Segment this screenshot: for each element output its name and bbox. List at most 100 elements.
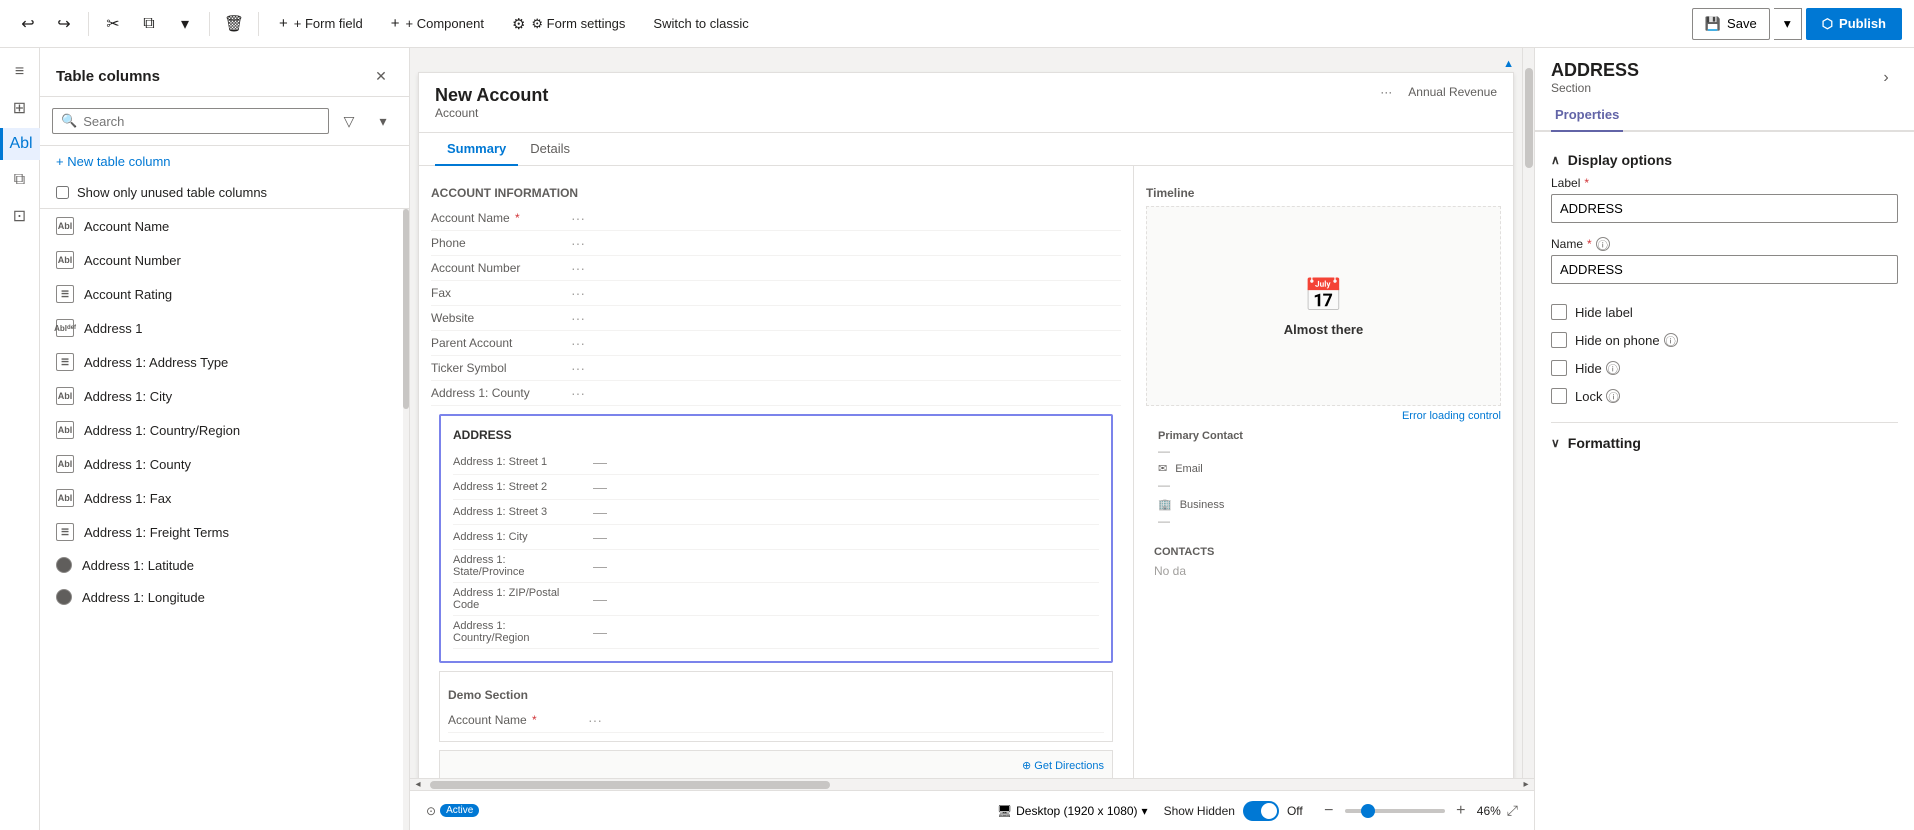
list-item[interactable]: Abl Account Name bbox=[40, 209, 409, 243]
list-item[interactable]: Abl Address 1: County bbox=[40, 447, 409, 481]
component-button[interactable]: + + Component bbox=[379, 8, 496, 40]
scrollbar-thumb[interactable] bbox=[403, 209, 409, 409]
close-panel-button[interactable]: ✕ bbox=[369, 64, 393, 88]
address-section: ADDRESS Address 1: Street 1 — Address 1:… bbox=[439, 414, 1113, 663]
list-item[interactable]: Abl Address 1: City bbox=[40, 379, 409, 413]
layers-button[interactable]: ⧉ bbox=[4, 164, 36, 196]
field-label: Address 1: ZIP/PostalCode bbox=[453, 587, 593, 611]
column-name: Address 1: Longitude bbox=[82, 590, 205, 605]
zoom-plus-button[interactable]: + bbox=[1451, 801, 1471, 821]
list-item[interactable]: Abldef Address 1 bbox=[40, 311, 409, 345]
column-name: Address 1: Address Type bbox=[84, 355, 228, 370]
h-scroll-thumb[interactable] bbox=[430, 781, 830, 789]
timeline-area: 📅 Almost there bbox=[1146, 206, 1501, 406]
redo-button[interactable]: ↪ bbox=[48, 8, 80, 40]
lock-checkbox[interactable] bbox=[1551, 388, 1567, 404]
field-value: ··· bbox=[571, 385, 585, 401]
show-hidden-toggle[interactable] bbox=[1243, 801, 1279, 821]
save-icon: 💾 bbox=[1705, 16, 1721, 32]
column-name: Address 1: City bbox=[84, 389, 172, 404]
more-actions-icon[interactable]: ··· bbox=[1380, 85, 1392, 99]
main-layout: ≡ ⊞ Abl ⧉ ⊡ Table columns ✕ 🔍 ▽ ▾ + New … bbox=[0, 48, 1914, 830]
hide-checkbox[interactable] bbox=[1551, 360, 1567, 376]
list-item[interactable]: Address 1: Longitude bbox=[40, 581, 409, 613]
new-column-row[interactable]: + New table column bbox=[40, 146, 409, 177]
field-row: Ticker Symbol ··· bbox=[431, 356, 1121, 381]
account-info-section-title: ACCOUNT INFORMATION bbox=[431, 178, 1121, 206]
demo-section-title: Demo Section bbox=[448, 680, 1104, 708]
unused-checkbox-row: Show only unused table columns bbox=[40, 177, 409, 209]
hide-phone-info-icon[interactable]: ⓘ bbox=[1664, 333, 1678, 347]
zoom-minus-button[interactable]: − bbox=[1319, 801, 1339, 821]
list-item[interactable]: Abl Address 1: Fax bbox=[40, 481, 409, 515]
close-right-panel-button[interactable]: › bbox=[1874, 66, 1898, 90]
hide-label-checkbox[interactable] bbox=[1551, 304, 1567, 320]
save-dropdown-button[interactable]: ▾ bbox=[1774, 8, 1802, 40]
field-row: Account Name * ··· bbox=[431, 206, 1121, 231]
fields-button[interactable]: Abl bbox=[0, 128, 40, 160]
canvas-inner[interactable]: ▲ New Account Account ··· Annual Revenue bbox=[410, 48, 1522, 778]
label-field-label: Label * bbox=[1551, 176, 1898, 190]
get-directions-link[interactable]: ⊕ Get Directions bbox=[1022, 759, 1104, 772]
list-item[interactable]: ☰ Address 1: Freight Terms bbox=[40, 515, 409, 549]
v-scroll-thumb[interactable] bbox=[1525, 68, 1533, 168]
fit-to-screen-icon[interactable]: ⤢ bbox=[1507, 802, 1518, 819]
field-label: Address 1: County bbox=[431, 386, 571, 400]
email-icon: ✉ bbox=[1158, 462, 1167, 475]
form-field-button[interactable]: + + Form field bbox=[267, 8, 375, 40]
list-item[interactable]: Abl Account Number bbox=[40, 243, 409, 277]
map-section: ⊕ Get Directions Map is disabled for thi… bbox=[439, 750, 1113, 778]
menu-button[interactable]: ≡ bbox=[4, 56, 36, 88]
search-input[interactable] bbox=[83, 114, 320, 129]
error-link[interactable]: Error loading control bbox=[1402, 410, 1501, 422]
list-item[interactable]: Address 1: Latitude bbox=[40, 549, 409, 581]
bottom-bar: ⊙ Active 🖥 Desktop (1920 x 1080) ▾ Show … bbox=[410, 790, 1534, 830]
switch-classic-button[interactable]: Switch to classic bbox=[641, 8, 760, 40]
active-badge-button[interactable]: ⊙ Active bbox=[426, 804, 479, 818]
hide-info-icon[interactable]: ⓘ bbox=[1606, 361, 1620, 375]
cut-button[interactable]: ✂ bbox=[97, 8, 129, 40]
hide-on-phone-checkbox[interactable] bbox=[1551, 332, 1567, 348]
undo-button[interactable]: ↩ bbox=[12, 8, 44, 40]
tab-details[interactable]: Details bbox=[518, 133, 582, 166]
scroll-left-btn[interactable]: ◂ bbox=[410, 779, 426, 791]
label-input[interactable] bbox=[1551, 194, 1898, 223]
publish-button[interactable]: ⬡ Publish bbox=[1806, 8, 1902, 40]
unused-columns-checkbox[interactable] bbox=[56, 186, 69, 199]
timeline-icon: 📅 bbox=[1304, 276, 1344, 314]
form-settings-button[interactable]: ⚙ ⚙ Form settings bbox=[500, 8, 637, 40]
history-dropdown-button[interactable]: ▾ bbox=[169, 8, 201, 40]
zoom-slider[interactable] bbox=[1345, 809, 1445, 813]
accordion-header-formatting[interactable]: ∨ Formatting bbox=[1551, 431, 1898, 455]
column-name: Account Number bbox=[84, 253, 181, 268]
chevron-down-icon: ▾ bbox=[1142, 804, 1148, 818]
accordion-header-display[interactable]: ∧ Display options bbox=[1551, 148, 1898, 176]
tab-properties[interactable]: Properties bbox=[1551, 99, 1623, 132]
list-item[interactable]: Abl Address 1: Country/Region bbox=[40, 413, 409, 447]
copy-button[interactable]: ⧉ bbox=[133, 8, 165, 40]
lock-info-icon[interactable]: ⓘ bbox=[1606, 389, 1620, 403]
scroll-up-btn[interactable]: ▲ bbox=[1503, 58, 1514, 70]
primary-contact-value: — bbox=[1158, 442, 1489, 458]
name-info-icon[interactable]: ⓘ bbox=[1596, 237, 1610, 251]
separator-3 bbox=[258, 12, 259, 36]
desktop-icon: 🖥 bbox=[997, 804, 1012, 818]
controls-button[interactable]: ⊡ bbox=[4, 200, 36, 232]
text-field-icon: Abl bbox=[56, 251, 74, 269]
list-item[interactable]: ☰ Address 1: Address Type bbox=[40, 345, 409, 379]
list-item[interactable]: ☰ Account Rating bbox=[40, 277, 409, 311]
right-panel: ADDRESS Section › Properties ∧ Display o… bbox=[1534, 48, 1914, 830]
annual-revenue-label: Annual Revenue bbox=[1408, 85, 1497, 99]
column-name: Address 1: Fax bbox=[84, 491, 171, 506]
device-selector-button[interactable]: 🖥 Desktop (1920 x 1080) ▾ bbox=[997, 804, 1148, 818]
grid-button[interactable]: ⊞ bbox=[4, 92, 36, 124]
save-button[interactable]: 💾 Save bbox=[1692, 8, 1770, 40]
filter-button[interactable]: ▽ bbox=[335, 107, 363, 135]
delete-button[interactable]: 🗑 bbox=[218, 8, 250, 40]
scroll-right-btn[interactable]: ▸ bbox=[1518, 779, 1534, 791]
tab-summary[interactable]: Summary bbox=[435, 133, 518, 166]
sort-button[interactable]: ▾ bbox=[369, 107, 397, 135]
name-input[interactable] bbox=[1551, 255, 1898, 284]
field-value: — bbox=[593, 558, 607, 574]
email-value: — bbox=[1158, 478, 1170, 492]
